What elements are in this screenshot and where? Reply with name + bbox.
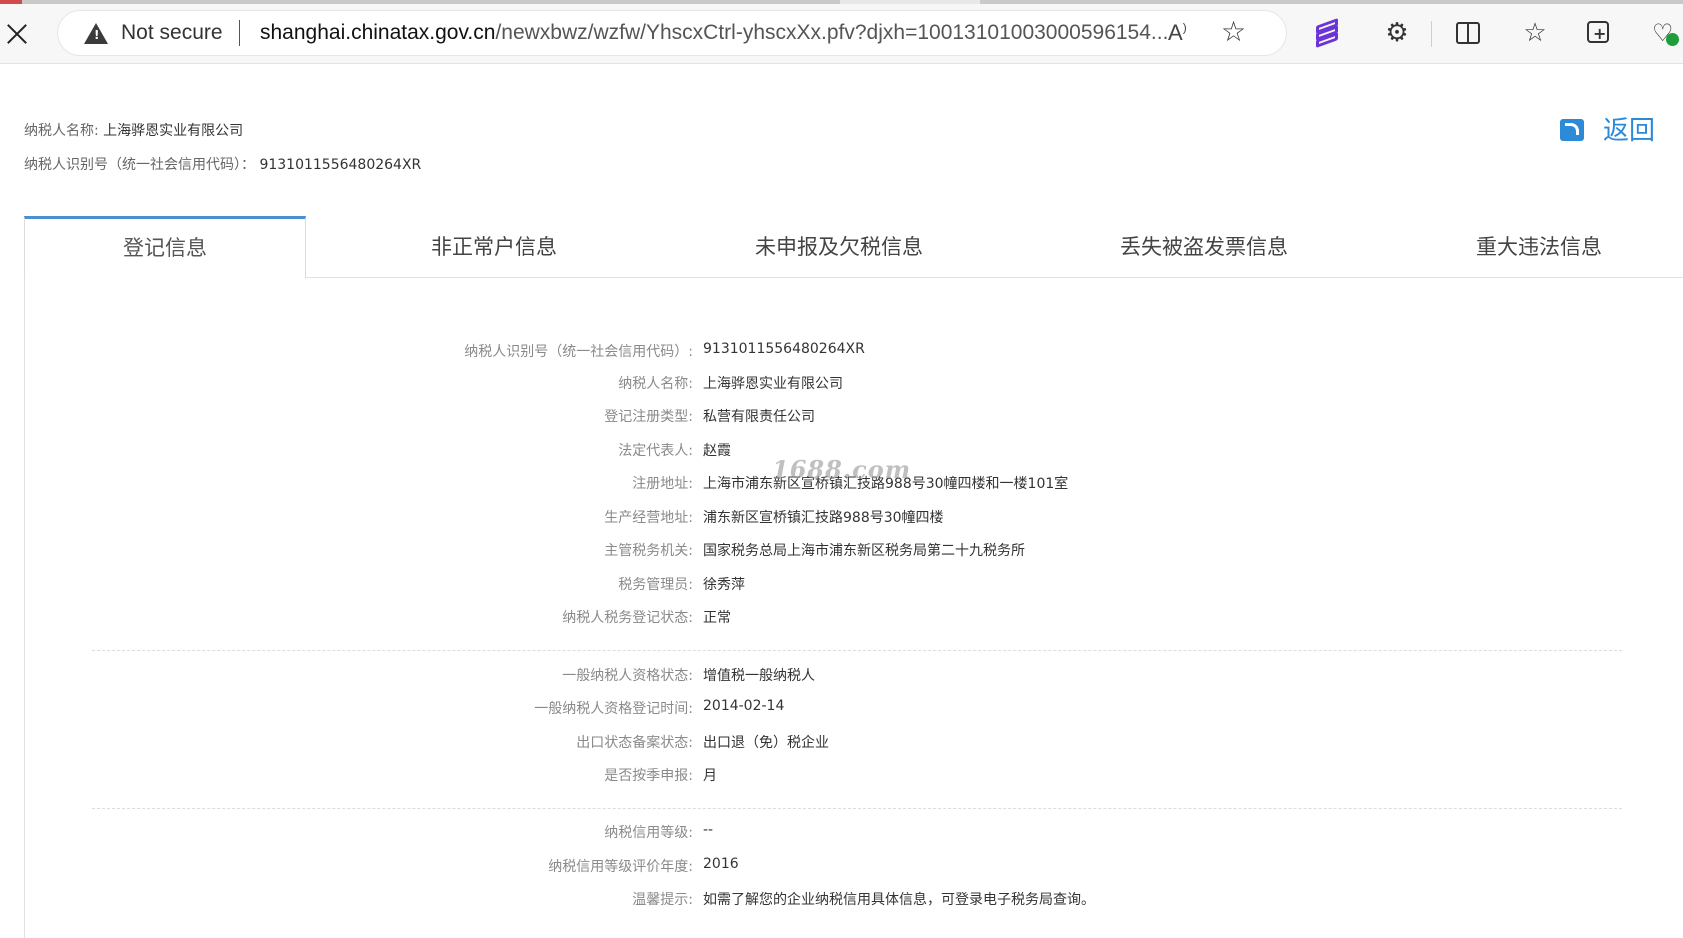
tab-lost-invoices[interactable]: 丢失被盗发票信息 — [1049, 216, 1359, 278]
tab-undeclared-arrears[interactable]: 未申报及欠税信息 — [679, 216, 999, 278]
taxpayer-id-line: 纳税人识别号（统一社会信用代码）： 9131011556480264XR — [24, 154, 421, 174]
detail-row: 温馨提示: 如需了解您的企业纳税信用具体信息，可登录电子税务局查询。 — [0, 889, 1683, 913]
url-host: shanghai.chinatax.gov.cn — [260, 21, 496, 44]
collections-icon[interactable]: + — [1585, 18, 1615, 48]
detail-label: 主管税务机关: — [604, 543, 693, 559]
detail-value: 上海骅恩实业有限公司 — [703, 376, 843, 392]
detail-label: 登记注册类型: — [604, 409, 693, 425]
detail-label: 注册地址: — [632, 476, 693, 492]
detail-value: 出口退（免）税企业 — [703, 735, 829, 751]
tab-abnormal[interactable]: 非正常户信息 — [344, 216, 644, 278]
section-divider — [92, 808, 1622, 809]
detail-label: 出口状态备案状态: — [576, 735, 693, 751]
detail-label: 纳税信用等级评价年度: — [548, 859, 693, 875]
security-label[interactable]: Not secure — [121, 21, 223, 45]
detail-row: 是否按季申报: 月 — [0, 765, 1683, 789]
info-tabs: 登记信息 非正常户信息 未申报及欠税信息 丢失被盗发票信息 重大违法信息 — [24, 216, 1683, 279]
taxpayer-name-line: 纳税人名称: 上海骅恩实业有限公司 — [24, 120, 243, 140]
back-label[interactable]: 返回 — [1603, 110, 1655, 147]
detail-value: 增值税一般纳税人 — [703, 668, 815, 684]
detail-row: 纳税信用等级评价年度: 2016 — [0, 856, 1683, 880]
section-divider — [92, 650, 1622, 651]
detail-row: 纳税人识别号（统一社会信用代码）: 9131011556480264XR — [0, 341, 1683, 365]
tab-major-violations[interactable]: 重大违法信息 — [1394, 216, 1683, 278]
detail-label: 税务管理员: — [618, 577, 693, 593]
detail-row: 生产经营地址: 浦东新区宣桥镇汇技路988号30幢四楼 — [0, 507, 1683, 531]
detail-value: 国家税务总局上海市浦东新区税务局第二十九税务所 — [703, 543, 1025, 559]
taxpayer-id-value: 9131011556480264XR — [259, 157, 422, 173]
detail-value: 正常 — [703, 610, 731, 626]
detail-label: 一般纳税人资格状态: — [562, 668, 693, 684]
detail-label: 法定代表人: — [618, 443, 693, 459]
watermark: 1688.com — [772, 455, 912, 484]
url-text[interactable]: shanghai.chinatax.gov.cn/newxbwz/wzfw/Yh… — [260, 21, 1210, 45]
url-path: /newxbwz/wzfw/YhscxCtrl-yhscxXx.pfv?djxh… — [495, 21, 1169, 44]
browser-toolbar: ! Not secure shanghai.chinatax.gov.cn/ne… — [0, 4, 1683, 64]
taxpayer-name-label: 纳税人名称: — [24, 123, 99, 139]
detail-value: 徐秀萍 — [703, 577, 745, 593]
detail-row: 纳税信用等级: -- — [0, 822, 1683, 846]
detail-row: 纳税人税务登记状态: 正常 — [0, 607, 1683, 631]
taxpayer-id-label: 纳税人识别号（统一社会信用代码）： — [24, 157, 255, 173]
detail-value: 浦东新区宣桥镇汇技路988号30幢四楼 — [703, 510, 944, 526]
taxpayer-name-value: 上海骅恩实业有限公司 — [103, 123, 244, 139]
detail-row: 一般纳税人资格状态: 增值税一般纳税人 — [0, 665, 1683, 689]
detail-row: 一般纳税人资格登记时间: 2014-02-14 — [0, 698, 1683, 722]
detail-label: 纳税人名称: — [618, 376, 693, 392]
detail-label: 纳税人税务登记状态: — [562, 610, 693, 626]
detail-value: 2014-02-14 — [703, 698, 785, 714]
toolbar-divider — [1431, 21, 1432, 47]
performance-icon[interactable]: ♡ — [1650, 18, 1680, 48]
close-icon[interactable] — [4, 21, 30, 47]
read-aloud-icon[interactable]: A) — [1168, 20, 1187, 46]
detail-label: 一般纳税人资格登记时间: — [534, 701, 693, 717]
separator — [239, 20, 240, 46]
favorites-icon[interactable]: ☆ — [1520, 18, 1550, 48]
detail-value: -- — [703, 822, 714, 838]
detail-value: 如需了解您的企业纳税信用具体信息，可登录电子税务局查询。 — [703, 892, 1095, 908]
detail-label: 纳税人识别号（统一社会信用代码）: — [464, 344, 693, 360]
detail-label: 纳税信用等级: — [604, 825, 693, 841]
extension-stack-icon[interactable] — [1312, 17, 1342, 49]
split-screen-icon[interactable] — [1453, 18, 1483, 48]
detail-row: 纳税人名称: 上海骅恩实业有限公司 — [0, 373, 1683, 397]
detail-label: 温馨提示: — [632, 892, 693, 908]
detail-value: 赵霞 — [703, 443, 731, 459]
detail-value: 私营有限责任公司 — [703, 409, 815, 425]
extensions-puzzle-icon[interactable]: ⚙ — [1382, 18, 1412, 48]
tab-registration[interactable]: 登记信息 — [24, 216, 306, 279]
detail-label: 是否按季申报: — [604, 768, 693, 784]
detail-row: 出口状态备案状态: 出口退（免）税企业 — [0, 732, 1683, 756]
back-icon[interactable] — [1558, 114, 1588, 144]
back-button[interactable]: 返回 — [1558, 110, 1655, 147]
detail-row: 登记注册类型: 私营有限责任公司 — [0, 406, 1683, 430]
detail-value: 2016 — [703, 856, 739, 872]
favorite-star-icon[interactable]: ☆ — [1221, 17, 1246, 47]
page-content: 纳税人名称: 上海骅恩实业有限公司 纳税人识别号（统一社会信用代码）： 9131… — [0, 65, 1683, 938]
detail-row: 税务管理员: 徐秀萍 — [0, 574, 1683, 598]
detail-value: 月 — [703, 768, 717, 784]
detail-value: 9131011556480264XR — [703, 341, 865, 357]
warning-icon[interactable]: ! — [84, 23, 108, 44]
address-bar[interactable]: ! Not secure shanghai.chinatax.gov.cn/ne… — [58, 11, 1286, 55]
detail-row: 主管税务机关: 国家税务总局上海市浦东新区税务局第二十九税务所 — [0, 540, 1683, 564]
detail-label: 生产经营地址: — [604, 510, 693, 526]
